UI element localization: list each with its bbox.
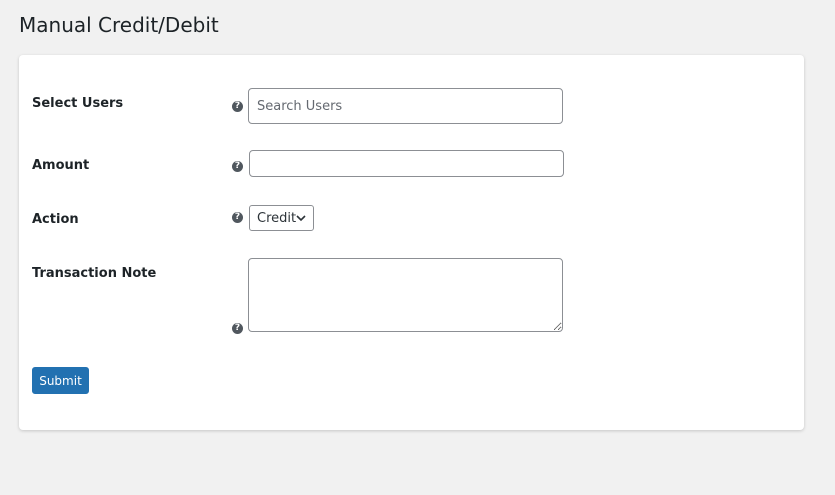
action-label: Action [32,212,79,227]
action-select[interactable]: Credit [249,205,314,231]
select-users-label: Select Users [32,96,124,111]
search-users-input[interactable] [248,88,563,124]
transaction-note-textarea[interactable] [248,258,563,332]
submit-button[interactable]: Submit [32,367,89,394]
help-icon[interactable]: ? [232,212,243,223]
help-icon[interactable]: ? [232,101,243,112]
form-card: Select Users ? Amount ? Action ? Credit … [19,55,804,430]
chevron-down-icon [296,215,306,222]
page-title: Manual Credit/Debit [19,13,219,37]
help-icon[interactable]: ? [232,161,243,172]
action-selected-value: Credit [257,210,297,226]
amount-input[interactable] [249,150,564,177]
transaction-note-label: Transaction Note [32,266,157,281]
help-icon[interactable]: ? [232,323,243,334]
amount-label: Amount [32,158,90,173]
